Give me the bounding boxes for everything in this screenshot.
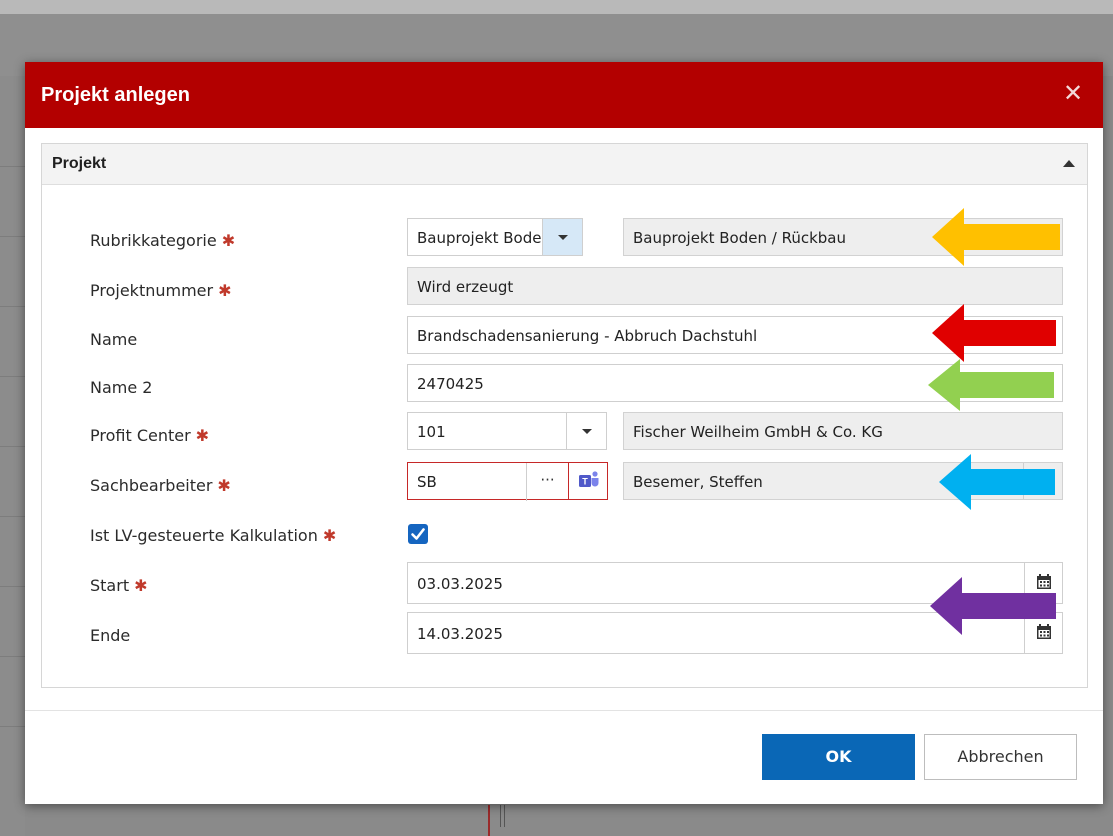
ende-label: Ende (90, 626, 131, 645)
required-marker: ✱ (217, 476, 231, 495)
projektnummer-label: Projektnummer ✱ (90, 281, 232, 300)
more-options-button[interactable]: ··· (526, 463, 568, 501)
profit-center-label: Profit Center ✱ (90, 426, 210, 445)
sachbearbeiter-input[interactable]: SB ··· (407, 462, 583, 501)
name-label: Name (90, 330, 138, 349)
background-list (0, 76, 25, 836)
background-divider (488, 805, 490, 836)
required-marker: ✱ (221, 231, 236, 250)
checkmark-icon (411, 528, 425, 540)
project-create-dialog: Projekt anlegen ✕ Projekt Rubrikkategori… (25, 62, 1103, 804)
blue-arrow-icon (939, 454, 1055, 510)
chevron-down-icon[interactable] (542, 219, 582, 255)
green-arrow-icon (928, 359, 1054, 411)
name2-label: Name 2 (90, 378, 153, 397)
lv-kalkulation-label: Ist LV-gesteuerte Kalkulation ✱ (90, 526, 337, 545)
projektnummer-field: Wird erzeugt (407, 267, 1063, 305)
required-marker: ✱ (218, 281, 232, 300)
background-divider (500, 805, 501, 827)
ok-button[interactable]: OK (762, 734, 915, 780)
project-section: Projekt Rubrikkategorie ✱ Bauprojekt Bode… (41, 143, 1088, 688)
chevron-up-icon[interactable] (1063, 160, 1075, 167)
background-divider (504, 805, 505, 827)
yellow-arrow-icon (932, 208, 1060, 266)
required-marker: ✱ (195, 426, 210, 445)
section-header[interactable]: Projekt (42, 144, 1087, 185)
purple-arrow-icon (930, 577, 1056, 635)
dialog-titlebar: Projekt anlegen ✕ (25, 62, 1103, 128)
lv-kalkulation-checkbox[interactable] (408, 524, 428, 544)
section-title: Projekt (52, 155, 107, 172)
background-top-bar (0, 0, 1113, 14)
teams-button[interactable]: T (568, 462, 608, 500)
rubrikkategorie-select[interactable]: Bauprojekt Boden (407, 218, 583, 256)
close-icon[interactable]: ✕ (1061, 80, 1085, 108)
chevron-down-icon[interactable] (566, 413, 606, 449)
teams-icon: T (579, 471, 599, 487)
footer-divider (25, 710, 1103, 711)
required-marker: ✱ (322, 526, 337, 545)
dialog-title: Projekt anlegen (41, 84, 190, 106)
svg-text:T: T (582, 477, 588, 487)
profit-center-description: Fischer Weilheim GmbH & Co. KG (623, 412, 1063, 450)
cancel-button[interactable]: Abbrechen (924, 734, 1077, 780)
required-marker: ✱ (134, 576, 148, 595)
rubrikkategorie-label: Rubrikkategorie ✱ (90, 231, 236, 250)
profit-center-select[interactable]: 101 (407, 412, 607, 450)
sachbearbeiter-label: Sachbearbeiter ✱ (90, 476, 231, 495)
start-label: Start ✱ (90, 576, 148, 595)
red-arrow-icon (932, 304, 1056, 362)
